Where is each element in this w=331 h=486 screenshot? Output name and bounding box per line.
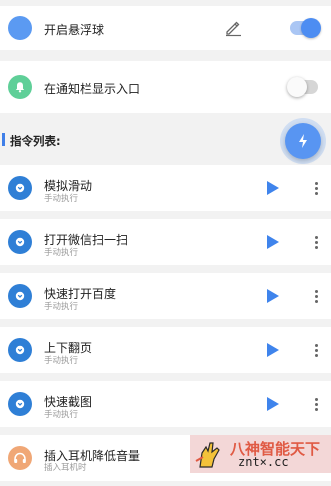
float-ball-setting-row[interactable]: 开启悬浮球 [0, 6, 331, 50]
command-subtitle: 手动执行 [44, 302, 79, 312]
more-options-button[interactable] [313, 289, 319, 305]
play-button[interactable] [266, 234, 280, 250]
more-options-button[interactable] [313, 235, 319, 251]
command-subtitle: 手动执行 [44, 356, 79, 366]
notification-setting-row[interactable]: 在通知栏显示入口 [0, 61, 331, 113]
command-list-title: 指令列表: [10, 134, 61, 148]
command-subtitle: 手动执行 [44, 248, 79, 258]
more-options-button[interactable] [313, 343, 319, 359]
play-button[interactable] [266, 396, 280, 412]
play-button[interactable] [266, 342, 280, 358]
chevron-circle-icon [8, 284, 32, 308]
command-subtitle: 插入耳机时 [44, 463, 87, 473]
chevron-circle-icon [8, 392, 32, 416]
chevron-circle-icon [8, 338, 32, 362]
more-options-button[interactable] [313, 397, 319, 413]
notification-toggle[interactable] [287, 77, 318, 97]
float-ball-toggle[interactable] [290, 18, 321, 38]
more-options-button[interactable] [313, 181, 319, 197]
pencil-icon[interactable] [224, 19, 242, 37]
chevron-circle-icon [8, 230, 32, 254]
command-item[interactable]: 上下翻页 手动执行 [0, 327, 331, 373]
command-subtitle: 手动执行 [44, 194, 79, 204]
bell-icon [8, 75, 32, 99]
run-fab-button[interactable] [285, 123, 321, 159]
section-accent-bar [2, 133, 5, 146]
command-item[interactable]: 打开微信扫一扫 手动执行 [0, 219, 331, 265]
play-button[interactable] [266, 180, 280, 196]
command-item[interactable]: 快速截图 手动执行 [0, 381, 331, 427]
blue-dot-icon [8, 16, 32, 40]
notification-label: 在通知栏显示入口 [44, 82, 141, 96]
command-item[interactable]: 模拟滑动 手动执行 [0, 165, 331, 211]
chevron-circle-icon [8, 176, 32, 200]
command-subtitle: 手动执行 [44, 410, 79, 420]
watermark: 八神智能天下 znt×.cc [190, 435, 331, 473]
watermark-url: znt×.cc [238, 455, 289, 469]
float-ball-label: 开启悬浮球 [44, 23, 105, 37]
hand-logo-icon [195, 442, 220, 468]
headphones-icon [8, 446, 32, 470]
lightning-icon [299, 134, 307, 148]
play-button[interactable] [266, 288, 280, 304]
app-screen: 开启悬浮球 在通知栏显示入口 指令列表: 模拟滑动 手动执行 打开微信扫一扫 手… [0, 0, 331, 486]
command-item[interactable]: 快速打开百度 手动执行 [0, 273, 331, 319]
